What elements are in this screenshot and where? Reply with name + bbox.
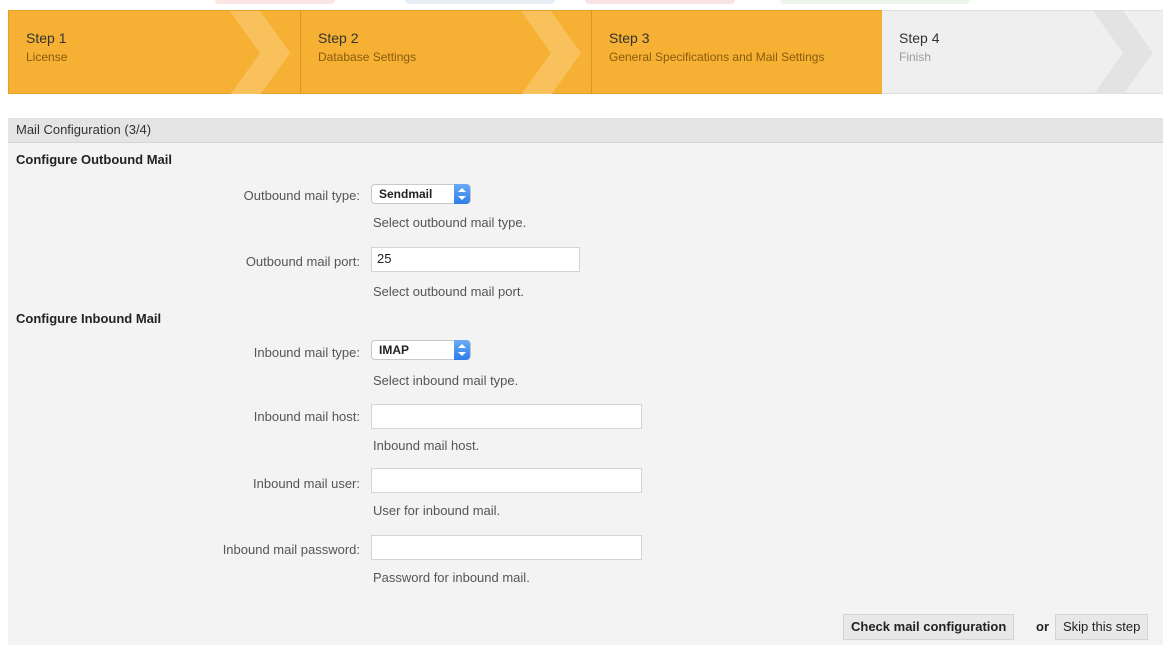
mail-configuration-panel: Mail Configuration (3/4) Configure Outbo… — [8, 118, 1163, 645]
outbound-section-title: Configure Outbound Mail — [16, 152, 172, 167]
outbound-type-hint: Select outbound mail type. — [373, 215, 527, 230]
skip-step-button[interactable]: Skip this step — [1055, 614, 1149, 640]
outbound-port-label: Outbound mail port: — [245, 254, 360, 269]
outbound-port-input[interactable]: 25 — [371, 247, 580, 272]
step-2: Step 2 Database Settings — [300, 10, 591, 94]
inbound-password-label: Inbound mail password: — [222, 542, 360, 557]
inbound-type-value: IMAP — [379, 343, 409, 357]
outbound-type-select[interactable]: Sendmail — [371, 184, 471, 204]
step-3-title: General Specifications and Mail Settings — [609, 50, 825, 64]
outbound-type-value: Sendmail — [379, 187, 433, 201]
check-mail-configuration-button[interactable]: Check mail configuration — [843, 614, 1015, 640]
step-3-number: Step 3 — [609, 30, 650, 46]
inbound-type-select[interactable]: IMAP — [371, 340, 471, 360]
step-chevron-icon — [230, 11, 290, 94]
inbound-password-hint: Password for inbound mail. — [373, 570, 530, 585]
top-decorative-strip — [0, 0, 1163, 10]
outbound-port-hint: Select outbound mail port. — [373, 284, 525, 299]
inbound-user-input[interactable] — [371, 468, 642, 493]
inbound-user-label: Inbound mail user: — [253, 476, 360, 491]
or-separator: or — [1036, 619, 1049, 634]
inbound-user-hint: User for inbound mail. — [373, 503, 501, 518]
step-4: Step 4 Finish — [882, 10, 1163, 94]
inbound-host-input[interactable] — [371, 404, 642, 429]
progress-steps: Step 1 License Step 2 Database Settings … — [8, 10, 1163, 94]
inbound-host-hint: Inbound mail host. — [373, 438, 480, 453]
inbound-section-title: Configure Inbound Mail — [16, 311, 162, 326]
step-chevron-icon — [521, 11, 581, 94]
inbound-host-label: Inbound mail host: — [253, 409, 360, 424]
inbound-password-input[interactable] — [371, 535, 642, 560]
step-3: Step 3 General Specifications and Mail S… — [591, 10, 882, 94]
inbound-type-label: Inbound mail type: — [253, 345, 360, 360]
select-arrows-icon — [454, 184, 470, 204]
outbound-type-label: Outbound mail type: — [243, 188, 360, 203]
step-1: Step 1 License — [8, 10, 300, 94]
select-arrows-icon — [454, 340, 470, 360]
step-chevron-icon — [1093, 11, 1153, 94]
panel-title: Mail Configuration (3/4) — [8, 118, 1163, 143]
inbound-type-hint: Select inbound mail type. — [373, 373, 519, 388]
